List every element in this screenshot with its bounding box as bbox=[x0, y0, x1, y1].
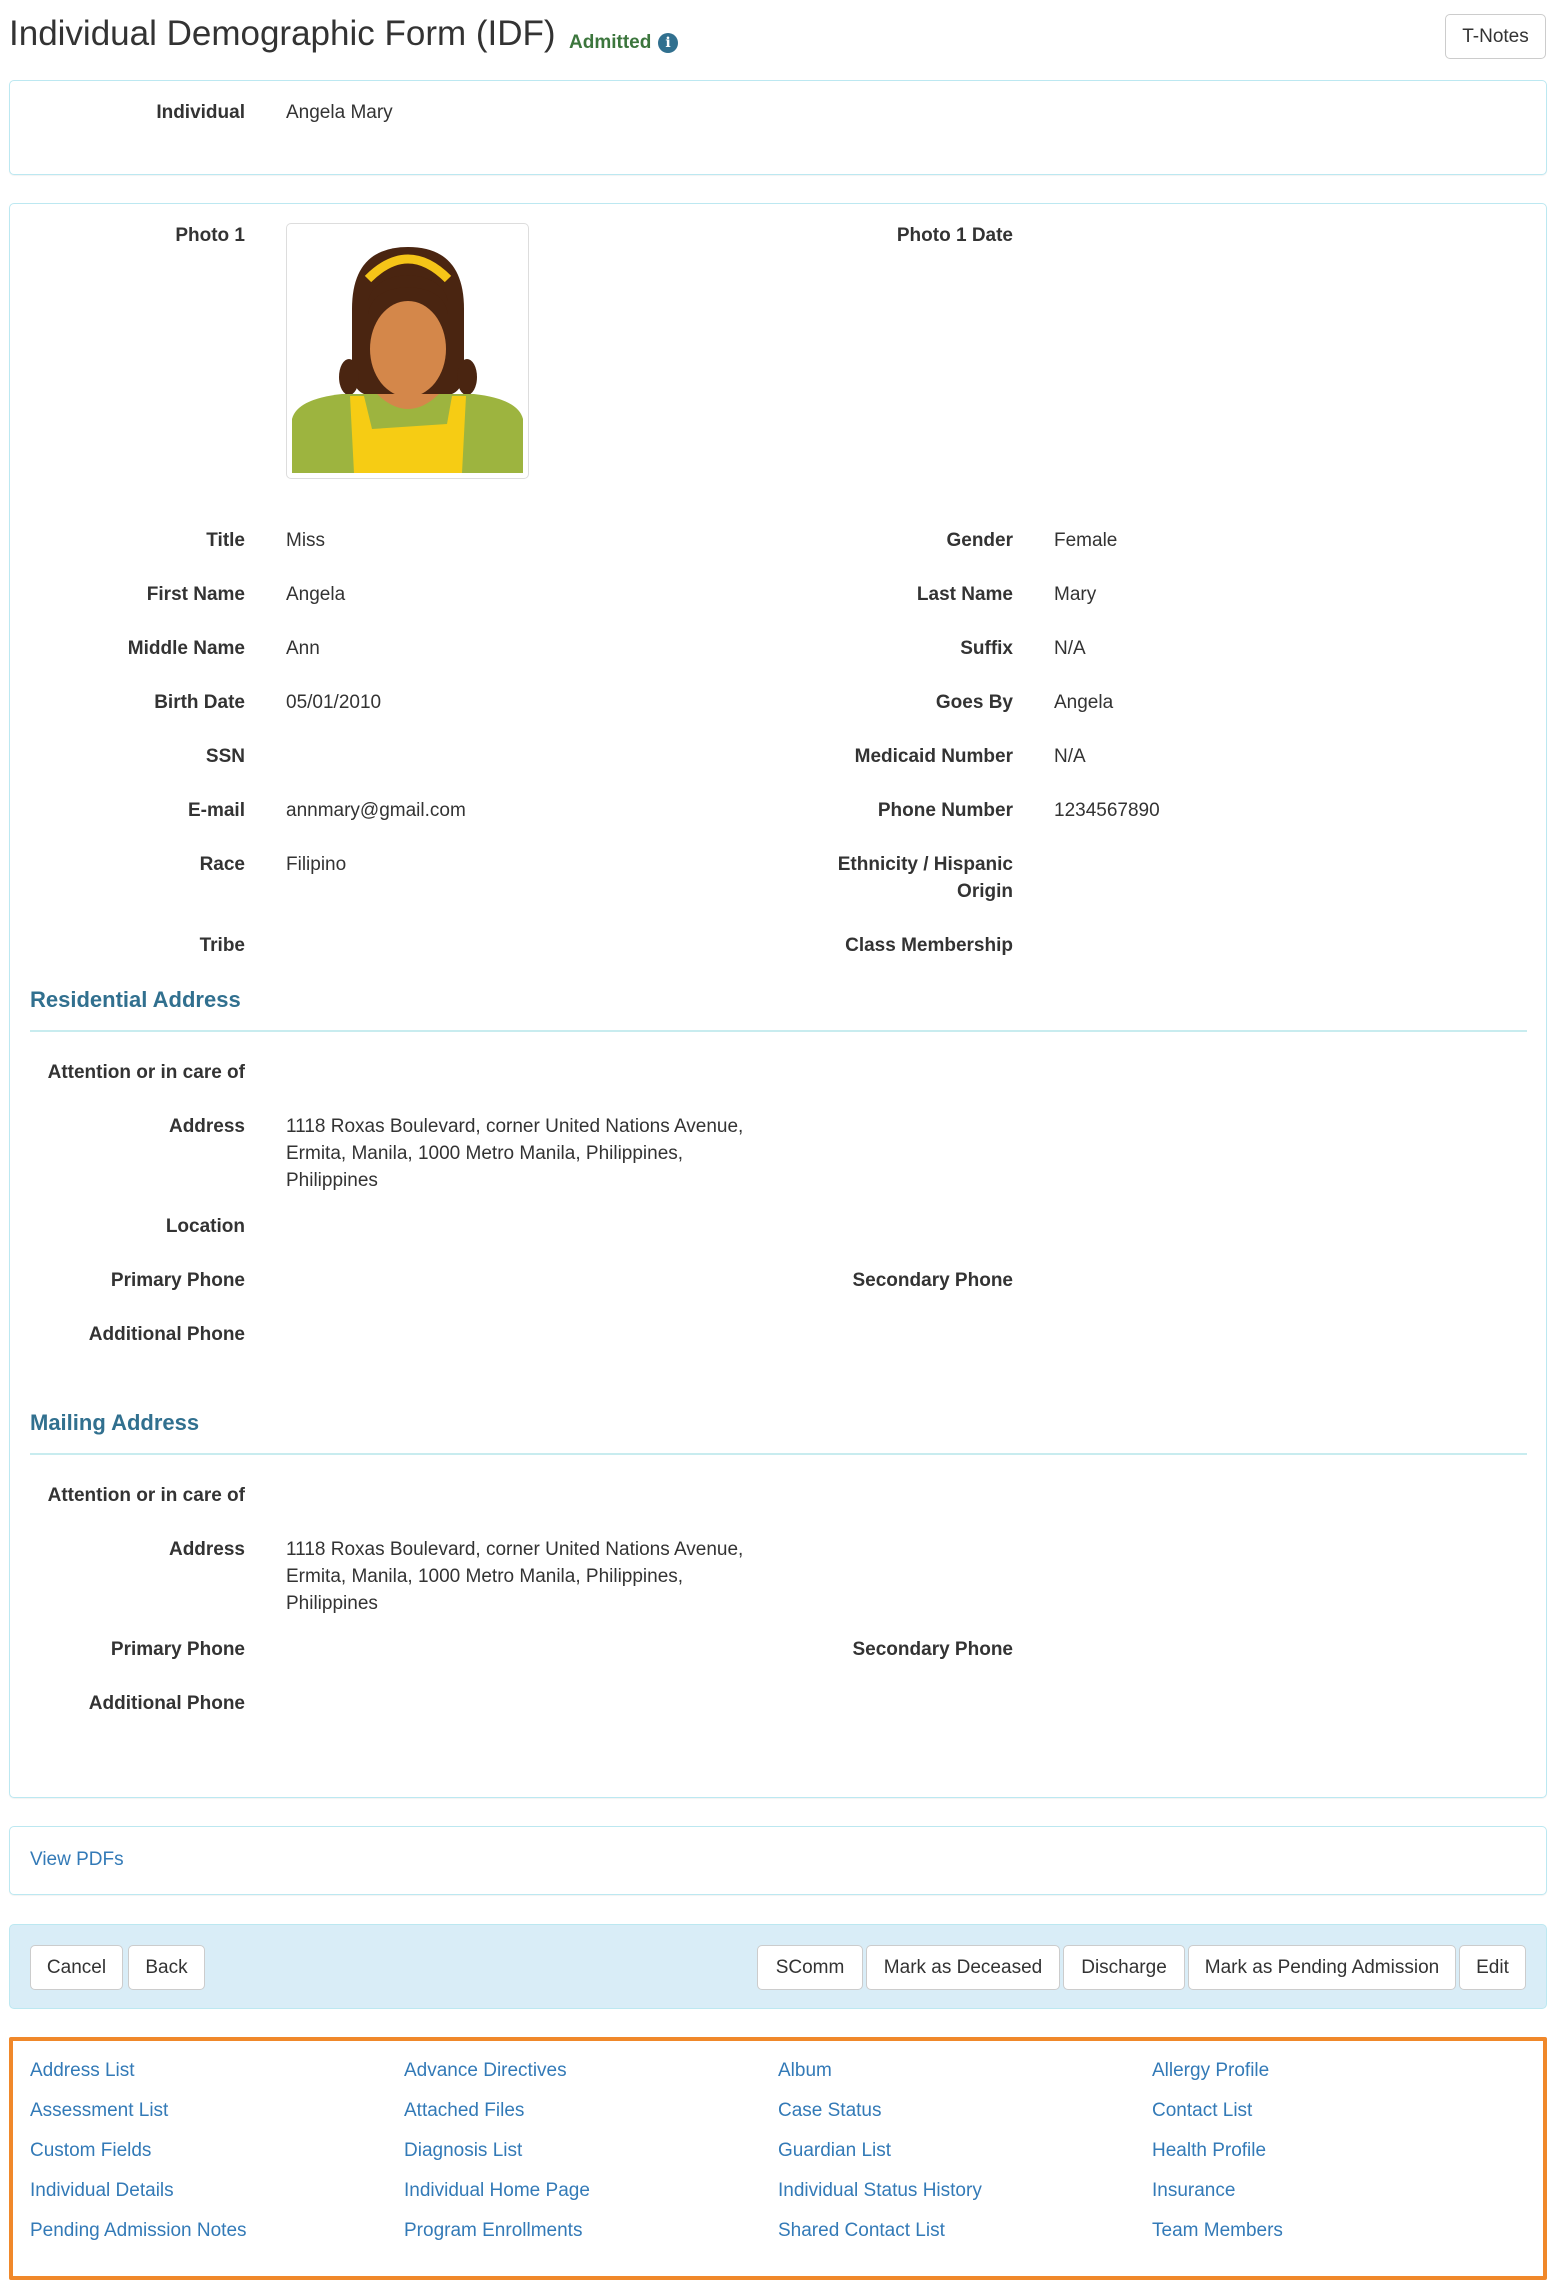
email-label: E-mail bbox=[187, 800, 245, 821]
related-link-address-list[interactable]: Address List bbox=[30, 2060, 135, 2082]
ethnicity-label-line1: Ethnicity / Hispanic bbox=[837, 854, 1013, 875]
res-address-line: Ermita, Manila, 1000 Metro Manila, Phili… bbox=[286, 1143, 684, 1164]
mailing-address-heading: Mailing Address bbox=[30, 1410, 200, 1435]
res-address-line: 1118 Roxas Boulevard, corner United Nati… bbox=[286, 1116, 744, 1137]
back-button[interactable]: Back bbox=[128, 1945, 205, 1990]
email-value: annmary@gmail.com bbox=[286, 800, 466, 821]
related-link-shared-contact-list[interactable]: Shared Contact List bbox=[778, 2220, 945, 2242]
related-link-insurance[interactable]: Insurance bbox=[1152, 2180, 1235, 2202]
photo-label: Photo 1 bbox=[175, 225, 245, 246]
scomm-button[interactable]: SComm bbox=[757, 1945, 863, 1990]
suffix-label: Suffix bbox=[960, 638, 1013, 659]
cancel-button[interactable]: Cancel bbox=[30, 1945, 123, 1990]
goes-by-label: Goes By bbox=[935, 692, 1013, 713]
phone-value: 1234567890 bbox=[1054, 800, 1160, 821]
t-notes-button[interactable]: T-Notes bbox=[1445, 14, 1546, 59]
phone-label: Phone Number bbox=[877, 800, 1013, 821]
mailing-divider bbox=[30, 1453, 1527, 1455]
related-link-advance-directives[interactable]: Advance Directives bbox=[404, 2060, 567, 2082]
middle-name-label: Middle Name bbox=[127, 638, 245, 659]
residential-address-heading: Residential Address bbox=[30, 987, 241, 1012]
last-name-label: Last Name bbox=[916, 584, 1013, 605]
birth-date-label: Birth Date bbox=[154, 692, 245, 713]
related-link-album[interactable]: Album bbox=[778, 2060, 832, 2082]
related-link-individual-home-page[interactable]: Individual Home Page bbox=[404, 2180, 590, 2202]
related-link-diagnosis-list[interactable]: Diagnosis List bbox=[404, 2140, 522, 2162]
race-value: Filipino bbox=[286, 854, 347, 875]
individual-value: Angela Mary bbox=[286, 102, 393, 123]
mail-address-value: 1118 Roxas Boulevard, corner United Nati… bbox=[286, 1536, 743, 1617]
edit-button[interactable]: Edit bbox=[1459, 1945, 1526, 1990]
gender-label: Gender bbox=[946, 530, 1013, 551]
mail-attention-label: Attention or in care of bbox=[47, 1485, 245, 1506]
page-title: Individual Demographic Form (IDF) bbox=[9, 14, 556, 53]
title-label: Title bbox=[206, 530, 245, 551]
related-link-program-enrollments[interactable]: Program Enrollments bbox=[404, 2220, 582, 2242]
related-link-health-profile[interactable]: Health Profile bbox=[1152, 2140, 1266, 2162]
res-location-label: Location bbox=[165, 1216, 245, 1237]
related-link-pending-admission-notes[interactable]: Pending Admission Notes bbox=[30, 2220, 247, 2242]
related-link-case-status[interactable]: Case Status bbox=[778, 2100, 882, 2122]
photo-date-label: Photo 1 Date bbox=[896, 225, 1013, 246]
first-name-label: First Name bbox=[146, 584, 245, 605]
info-circle-icon[interactable]: i bbox=[658, 33, 678, 53]
last-name-value: Mary bbox=[1054, 584, 1097, 605]
related-link-custom-fields[interactable]: Custom Fields bbox=[30, 2140, 151, 2162]
related-link-assessment-list[interactable]: Assessment List bbox=[30, 2100, 168, 2122]
mark-deceased-button[interactable]: Mark as Deceased bbox=[866, 1945, 1060, 1990]
related-link-individual-details[interactable]: Individual Details bbox=[30, 2180, 174, 2202]
medicaid-value: N/A bbox=[1054, 746, 1086, 767]
discharge-button[interactable]: Discharge bbox=[1063, 1945, 1185, 1990]
res-secondary-phone-label: Secondary Phone bbox=[852, 1270, 1014, 1291]
status-badge: Admitted bbox=[569, 32, 652, 53]
mail-address-line: Philippines bbox=[286, 1593, 378, 1614]
goes-by-value: Angela bbox=[1054, 692, 1114, 713]
residential-divider bbox=[30, 1030, 1527, 1032]
medicaid-label: Medicaid Number bbox=[854, 746, 1013, 767]
view-pdfs-panel bbox=[9, 1826, 1547, 1895]
ethnicity-label: Ethnicity / Hispanic Origin bbox=[713, 851, 1013, 905]
individual-label: Individual bbox=[156, 102, 245, 123]
res-address-value: 1118 Roxas Boulevard, corner United Nati… bbox=[286, 1113, 743, 1194]
individual-panel bbox=[9, 80, 1547, 175]
tribe-label: Tribe bbox=[199, 935, 245, 956]
mail-address-line: Ermita, Manila, 1000 Metro Manila, Phili… bbox=[286, 1566, 684, 1587]
suffix-value: N/A bbox=[1054, 638, 1086, 659]
photo-thumbnail[interactable] bbox=[286, 223, 529, 479]
ethnicity-label-line2: Origin bbox=[957, 881, 1013, 902]
related-link-allergy-profile[interactable]: Allergy Profile bbox=[1152, 2060, 1269, 2082]
birth-date-value: 05/01/2010 bbox=[286, 692, 382, 713]
mail-address-line: 1118 Roxas Boulevard, corner United Nati… bbox=[286, 1539, 744, 1560]
avatar-image bbox=[292, 229, 523, 473]
race-label: Race bbox=[199, 854, 245, 875]
mark-pending-admission-button[interactable]: Mark as Pending Admission bbox=[1188, 1945, 1456, 1990]
res-address-label: Address bbox=[168, 1116, 245, 1137]
first-name-value: Angela bbox=[286, 584, 346, 605]
related-link-attached-files[interactable]: Attached Files bbox=[404, 2100, 524, 2122]
res-primary-phone-label: Primary Phone bbox=[110, 1270, 245, 1291]
related-link-individual-status-history[interactable]: Individual Status History bbox=[778, 2180, 982, 2202]
ssn-label: SSN bbox=[205, 746, 245, 767]
res-address-line: Philippines bbox=[286, 1170, 378, 1191]
middle-name-value: Ann bbox=[286, 638, 320, 659]
mail-additional-phone-label: Additional Phone bbox=[88, 1693, 245, 1714]
gender-value: Female bbox=[1054, 530, 1118, 551]
mail-primary-phone-label: Primary Phone bbox=[110, 1639, 245, 1660]
related-link-team-members[interactable]: Team Members bbox=[1152, 2220, 1283, 2242]
mail-secondary-phone-label: Secondary Phone bbox=[852, 1639, 1014, 1660]
class-membership-label: Class Membership bbox=[845, 935, 1013, 956]
res-attention-label: Attention or in care of bbox=[47, 1062, 245, 1083]
related-link-guardian-list[interactable]: Guardian List bbox=[778, 2140, 891, 2162]
res-additional-phone-label: Additional Phone bbox=[88, 1324, 245, 1345]
view-pdfs-link[interactable]: View PDFs bbox=[30, 1849, 124, 1871]
related-link-contact-list[interactable]: Contact List bbox=[1152, 2100, 1252, 2122]
title-value: Miss bbox=[286, 530, 326, 551]
mail-address-label: Address bbox=[168, 1539, 245, 1560]
